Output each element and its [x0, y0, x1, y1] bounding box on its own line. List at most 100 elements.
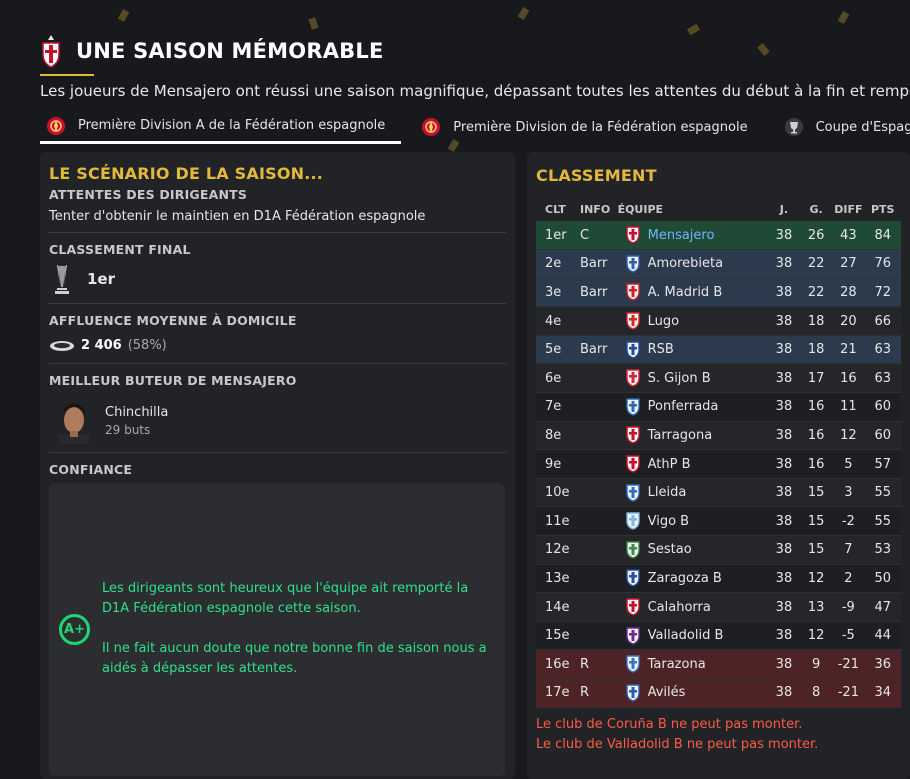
diff-cell: -21: [832, 649, 865, 679]
table-row[interactable]: 14e Calahorra 38 13 -9 47: [536, 592, 901, 622]
tab-label: Première Division A de la Fédération esp…: [78, 118, 386, 133]
cup-icon: [784, 117, 804, 137]
club-crest-icon: [617, 649, 648, 679]
diff-cell: 27: [832, 249, 865, 279]
confidence-box: A+ Les dirigeants sont heureux que l'équ…: [49, 483, 505, 776]
table-row[interactable]: 2e Barr Amorebieta 38 22 27 76: [536, 249, 901, 279]
goals-cell: 16: [800, 392, 833, 422]
team-name-cell[interactable]: Tarragona: [647, 421, 768, 451]
top-scorer-section: MEILLEUR BUTEUR DE MENSAJERO Chinchilla …: [49, 364, 506, 453]
table-row[interactable]: 5e Barr RSB 38 18 21 63: [536, 335, 901, 365]
table-row[interactable]: 16e R Tarazona 38 9 -21 36: [536, 649, 901, 679]
col-played-header[interactable]: J.: [768, 197, 800, 221]
board-expectations-label: ATTENTES DES DIRIGEANTS: [49, 187, 248, 202]
points-cell: 34: [864, 678, 901, 708]
stadium-icon: [50, 340, 74, 351]
table-row[interactable]: 13e Zaragoza B 38 12 2 50: [536, 564, 901, 594]
played-cell: 38: [767, 478, 801, 508]
team-name-cell[interactable]: Mensajero: [647, 221, 768, 251]
tab-federation-a[interactable]: Première Division A de la Fédération esp…: [40, 110, 402, 144]
info-cell: [580, 478, 618, 508]
points-cell: 50: [864, 564, 901, 594]
competition-tabs: Première Division A de la Fédération esp…: [40, 110, 910, 146]
played-cell: 38: [767, 592, 801, 622]
club-crest-icon: [42, 35, 60, 68]
table-row[interactable]: 17e R Avilés 38 8 -21 34: [536, 678, 901, 708]
played-cell: 38: [767, 278, 801, 308]
table-row[interactable]: 4e Lugo 38 18 20 66: [536, 306, 901, 336]
tab-cup[interactable]: Coupe d'Espagne: [778, 110, 910, 144]
team-name-cell[interactable]: Zaragoza B: [647, 564, 768, 594]
standings-title: CLASSEMENT: [536, 166, 657, 185]
team-name-cell[interactable]: S. Gijon B: [647, 363, 768, 394]
table-row[interactable]: 6e S. Gijon B 38 17 16 63: [536, 363, 901, 394]
info-cell: Barr: [580, 249, 618, 279]
position-cell: 17e: [536, 678, 580, 708]
table-row[interactable]: 3e Barr A. Madrid B 38 22 28 72: [536, 278, 901, 308]
team-name-cell[interactable]: Calahorra: [647, 592, 768, 622]
team-name-cell[interactable]: Vigo B: [647, 506, 768, 537]
team-name-cell[interactable]: Lugo: [647, 306, 768, 336]
team-name-cell[interactable]: Sestao: [647, 535, 768, 565]
season-scenario-panel: LE SCÉNARIO DE LA SAISON... ATTENTES DES…: [40, 152, 515, 779]
position-cell: 12e: [536, 535, 580, 565]
team-name-cell[interactable]: AthP B: [647, 449, 768, 479]
position-cell: 4e: [536, 306, 580, 336]
club-crest-icon: [617, 363, 648, 394]
team-name-cell[interactable]: Avilés: [647, 678, 768, 708]
col-diff-header[interactable]: DIFF: [832, 197, 864, 221]
top-scorer-card[interactable]: Chinchilla 29 buts: [49, 398, 506, 444]
col-pts-header[interactable]: PTS: [864, 197, 901, 221]
diff-cell: 21: [832, 335, 865, 365]
table-row[interactable]: 11e Vigo B 38 15 -2 55: [536, 506, 901, 537]
table-row[interactable]: 7e Ponferrada 38 16 11 60: [536, 392, 901, 422]
confidence-text-1: Les dirigeants sont heureux que l'équipe…: [102, 581, 469, 616]
position-cell: 3e: [536, 278, 580, 308]
team-name-cell[interactable]: RSB: [647, 335, 768, 365]
tab-federation[interactable]: Première Division de la Fédération espag…: [415, 110, 763, 144]
title-underline: [40, 74, 94, 76]
team-name-cell[interactable]: Lleida: [647, 478, 768, 508]
col-goals-header[interactable]: G.: [800, 197, 832, 221]
played-cell: 38: [767, 249, 801, 279]
played-cell: 38: [767, 421, 801, 451]
team-name-cell[interactable]: Tarazona: [647, 649, 768, 679]
points-cell: 36: [864, 649, 901, 679]
diff-cell: 43: [832, 221, 865, 251]
team-name-cell[interactable]: Ponferrada: [647, 392, 768, 422]
goals-cell: 13: [800, 592, 833, 622]
table-row[interactable]: 15e Valladolid B 38 12 -5 44: [536, 621, 901, 651]
confidence-text: Les dirigeants sont heureux que l'équipe…: [102, 579, 497, 679]
team-name-cell[interactable]: Valladolid B: [647, 621, 768, 651]
goals-cell: 12: [800, 564, 833, 594]
goals-cell: 22: [800, 278, 833, 308]
info-cell: Barr: [580, 278, 618, 308]
table-row[interactable]: 12e Sestao 38 15 7 53: [536, 535, 901, 565]
top-scorer-goals: 29 buts: [105, 423, 151, 437]
team-name-cell[interactable]: Amorebieta: [647, 249, 768, 279]
club-crest-icon: [617, 449, 648, 479]
club-crest-icon: [617, 678, 648, 708]
col-info-header[interactable]: INFO: [580, 197, 618, 221]
col-team-header[interactable]: ÉQUIPE: [618, 197, 768, 221]
table-row[interactable]: 9e AthP B 38 16 5 57: [536, 449, 901, 479]
played-cell: 38: [767, 306, 801, 336]
top-scorer-label: MEILLEUR BUTEUR DE MENSAJERO: [49, 373, 297, 388]
confidence-section: CONFIANCE A+ Les dirigeants sont heureux…: [49, 453, 506, 776]
attendance-percent: (58%): [127, 338, 167, 353]
info-cell: C: [580, 221, 618, 251]
team-name-cell[interactable]: A. Madrid B: [647, 278, 768, 308]
points-cell: 44: [864, 621, 901, 651]
table-row[interactable]: 1er C Mensajero 38 26 43 84: [536, 221, 901, 251]
position-cell: 2e: [536, 249, 580, 279]
info-cell: [580, 421, 618, 451]
position-cell: 10e: [536, 478, 580, 508]
col-pos-header[interactable]: CLT: [536, 197, 580, 221]
played-cell: 38: [767, 678, 801, 708]
played-cell: 38: [767, 564, 801, 594]
table-row[interactable]: 10e Lleida 38 15 3 55: [536, 478, 901, 508]
table-row[interactable]: 8e Tarragona 38 16 12 60: [536, 421, 901, 451]
club-crest-icon: [617, 335, 648, 365]
info-cell: [580, 592, 618, 622]
diff-cell: -21: [832, 678, 865, 708]
